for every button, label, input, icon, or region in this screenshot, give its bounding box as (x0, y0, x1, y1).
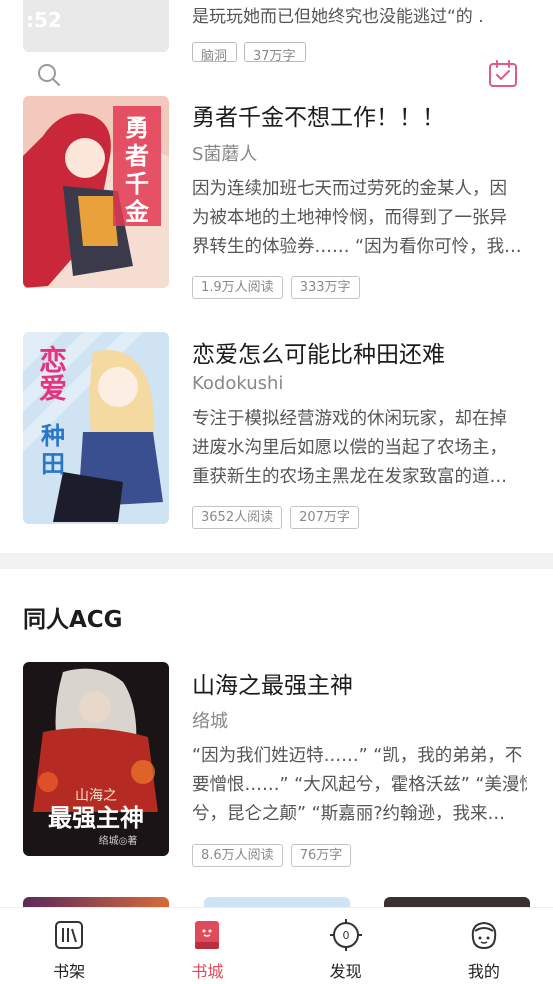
book-cover[interactable]: 勇 者 千 金 (23, 96, 169, 288)
book-tags: 1.9万人阅读 333万字 (192, 276, 360, 299)
book-card[interactable]: 山海之 最强主神 络城◎著 山海之最强主神 络城 “因为我们姓迈特……” “凯，… (0, 662, 553, 867)
book-title[interactable]: 山海之最强主神 (192, 666, 353, 700)
svg-text:最强主神: 最强主神 (48, 804, 144, 832)
word-count-tag: 207万字 (290, 506, 359, 529)
book-card[interactable]: 勇 者 千 金 勇者千金不想工作！！！ S菌蘑人 因为连续加班七天而过劳死的金某… (0, 96, 553, 299)
section-divider (0, 553, 553, 569)
book-tags: 8.6万人阅读 76万字 (192, 844, 352, 867)
svg-text:络城◎著: 络城◎著 (99, 834, 138, 847)
word-count-tag: 333万字 (290, 276, 360, 299)
book-description: 因为连续加班七天而过劳死的金某人，因 为被本地的土地神怜悯，而得到了一张异 界转… (192, 179, 522, 257)
word-count-tag: 76万字 (290, 844, 352, 867)
tab-label: 书城 (191, 962, 224, 981)
previous-book-tag: 脑洞 (192, 42, 237, 62)
book-cover[interactable]: 恋 爱 种 田 (23, 332, 169, 524)
book-description: “因为我们姓迈特……” “凯，我的弟弟，不 要憎恨……” “大风起兮，霍格沃兹”… (192, 746, 527, 824)
svg-text:山海之: 山海之 (75, 788, 117, 804)
book-author: 络城 (192, 711, 228, 732)
book-author: Kodokushi (192, 373, 284, 394)
book-title[interactable]: 勇者千金不想工作！！！ (192, 98, 445, 132)
svg-text:金: 金 (124, 198, 150, 226)
bottom-tab-bar: 书架 书城 0 发现 我的 (0, 907, 553, 984)
book-description: 专注于模拟经营游戏的休闲玩家，却在掉 进废水沟里后如愿以偿的当起了农场主， 重获… (192, 409, 507, 487)
read-count-tag: 1.9万人阅读 (192, 276, 283, 299)
search-icon[interactable] (36, 62, 62, 88)
book-tags: 3652人阅读 207万字 (192, 506, 359, 529)
compass-icon: 0 (329, 919, 362, 951)
book-title[interactable]: 恋爱怎么可能比种田还难 (192, 335, 445, 369)
book-cover-art: 勇 者 千 金 (23, 96, 169, 288)
calendar-checkin-icon[interactable] (487, 58, 519, 90)
svg-text:爱: 爱 (39, 372, 67, 405)
book-card[interactable]: 恋 爱 种 田 恋爱怎么可能比种田还难 Kodokushi 专注于模拟经营游戏的… (0, 332, 553, 532)
read-count-tag: 3652人阅读 (192, 506, 283, 529)
previous-book-description: 是玩玩她而已但她终究也没能逃过“的 . (192, 7, 484, 27)
bookstore-icon (195, 921, 220, 949)
tab-label: 书架 (53, 962, 86, 981)
svg-text:者: 者 (125, 142, 149, 170)
tab-bookshelf[interactable]: 书架 (0, 908, 138, 984)
svg-text:勇: 勇 (125, 114, 149, 142)
profile-icon (471, 921, 497, 950)
tab-label: 发现 (329, 962, 362, 981)
tab-profile[interactable]: 我的 (415, 908, 553, 984)
previous-book-tag: 37万字 (244, 42, 306, 62)
book-cover[interactable]: 山海之 最强主神 络城◎著 (23, 662, 169, 856)
tab-bookstore[interactable]: 书城 (138, 908, 276, 984)
read-count-tag: 8.6万人阅读 (192, 844, 283, 867)
book-cover-art: 山海之 最强主神 络城◎著 (23, 662, 169, 856)
tab-discover[interactable]: 0 发现 (277, 908, 415, 984)
book-author: S菌蘑人 (192, 144, 258, 165)
svg-text:千: 千 (125, 170, 149, 198)
svg-text:种: 种 (41, 422, 65, 450)
svg-text:0: 0 (342, 929, 349, 942)
tab-label: 我的 (467, 962, 500, 981)
section-title[interactable]: 同人ACG (23, 600, 123, 634)
book-cover-art: 恋 爱 种 田 (23, 332, 169, 524)
status-time: :52 (26, 8, 62, 32)
bookshelf-icon (55, 921, 84, 949)
svg-text:田: 田 (41, 450, 65, 478)
